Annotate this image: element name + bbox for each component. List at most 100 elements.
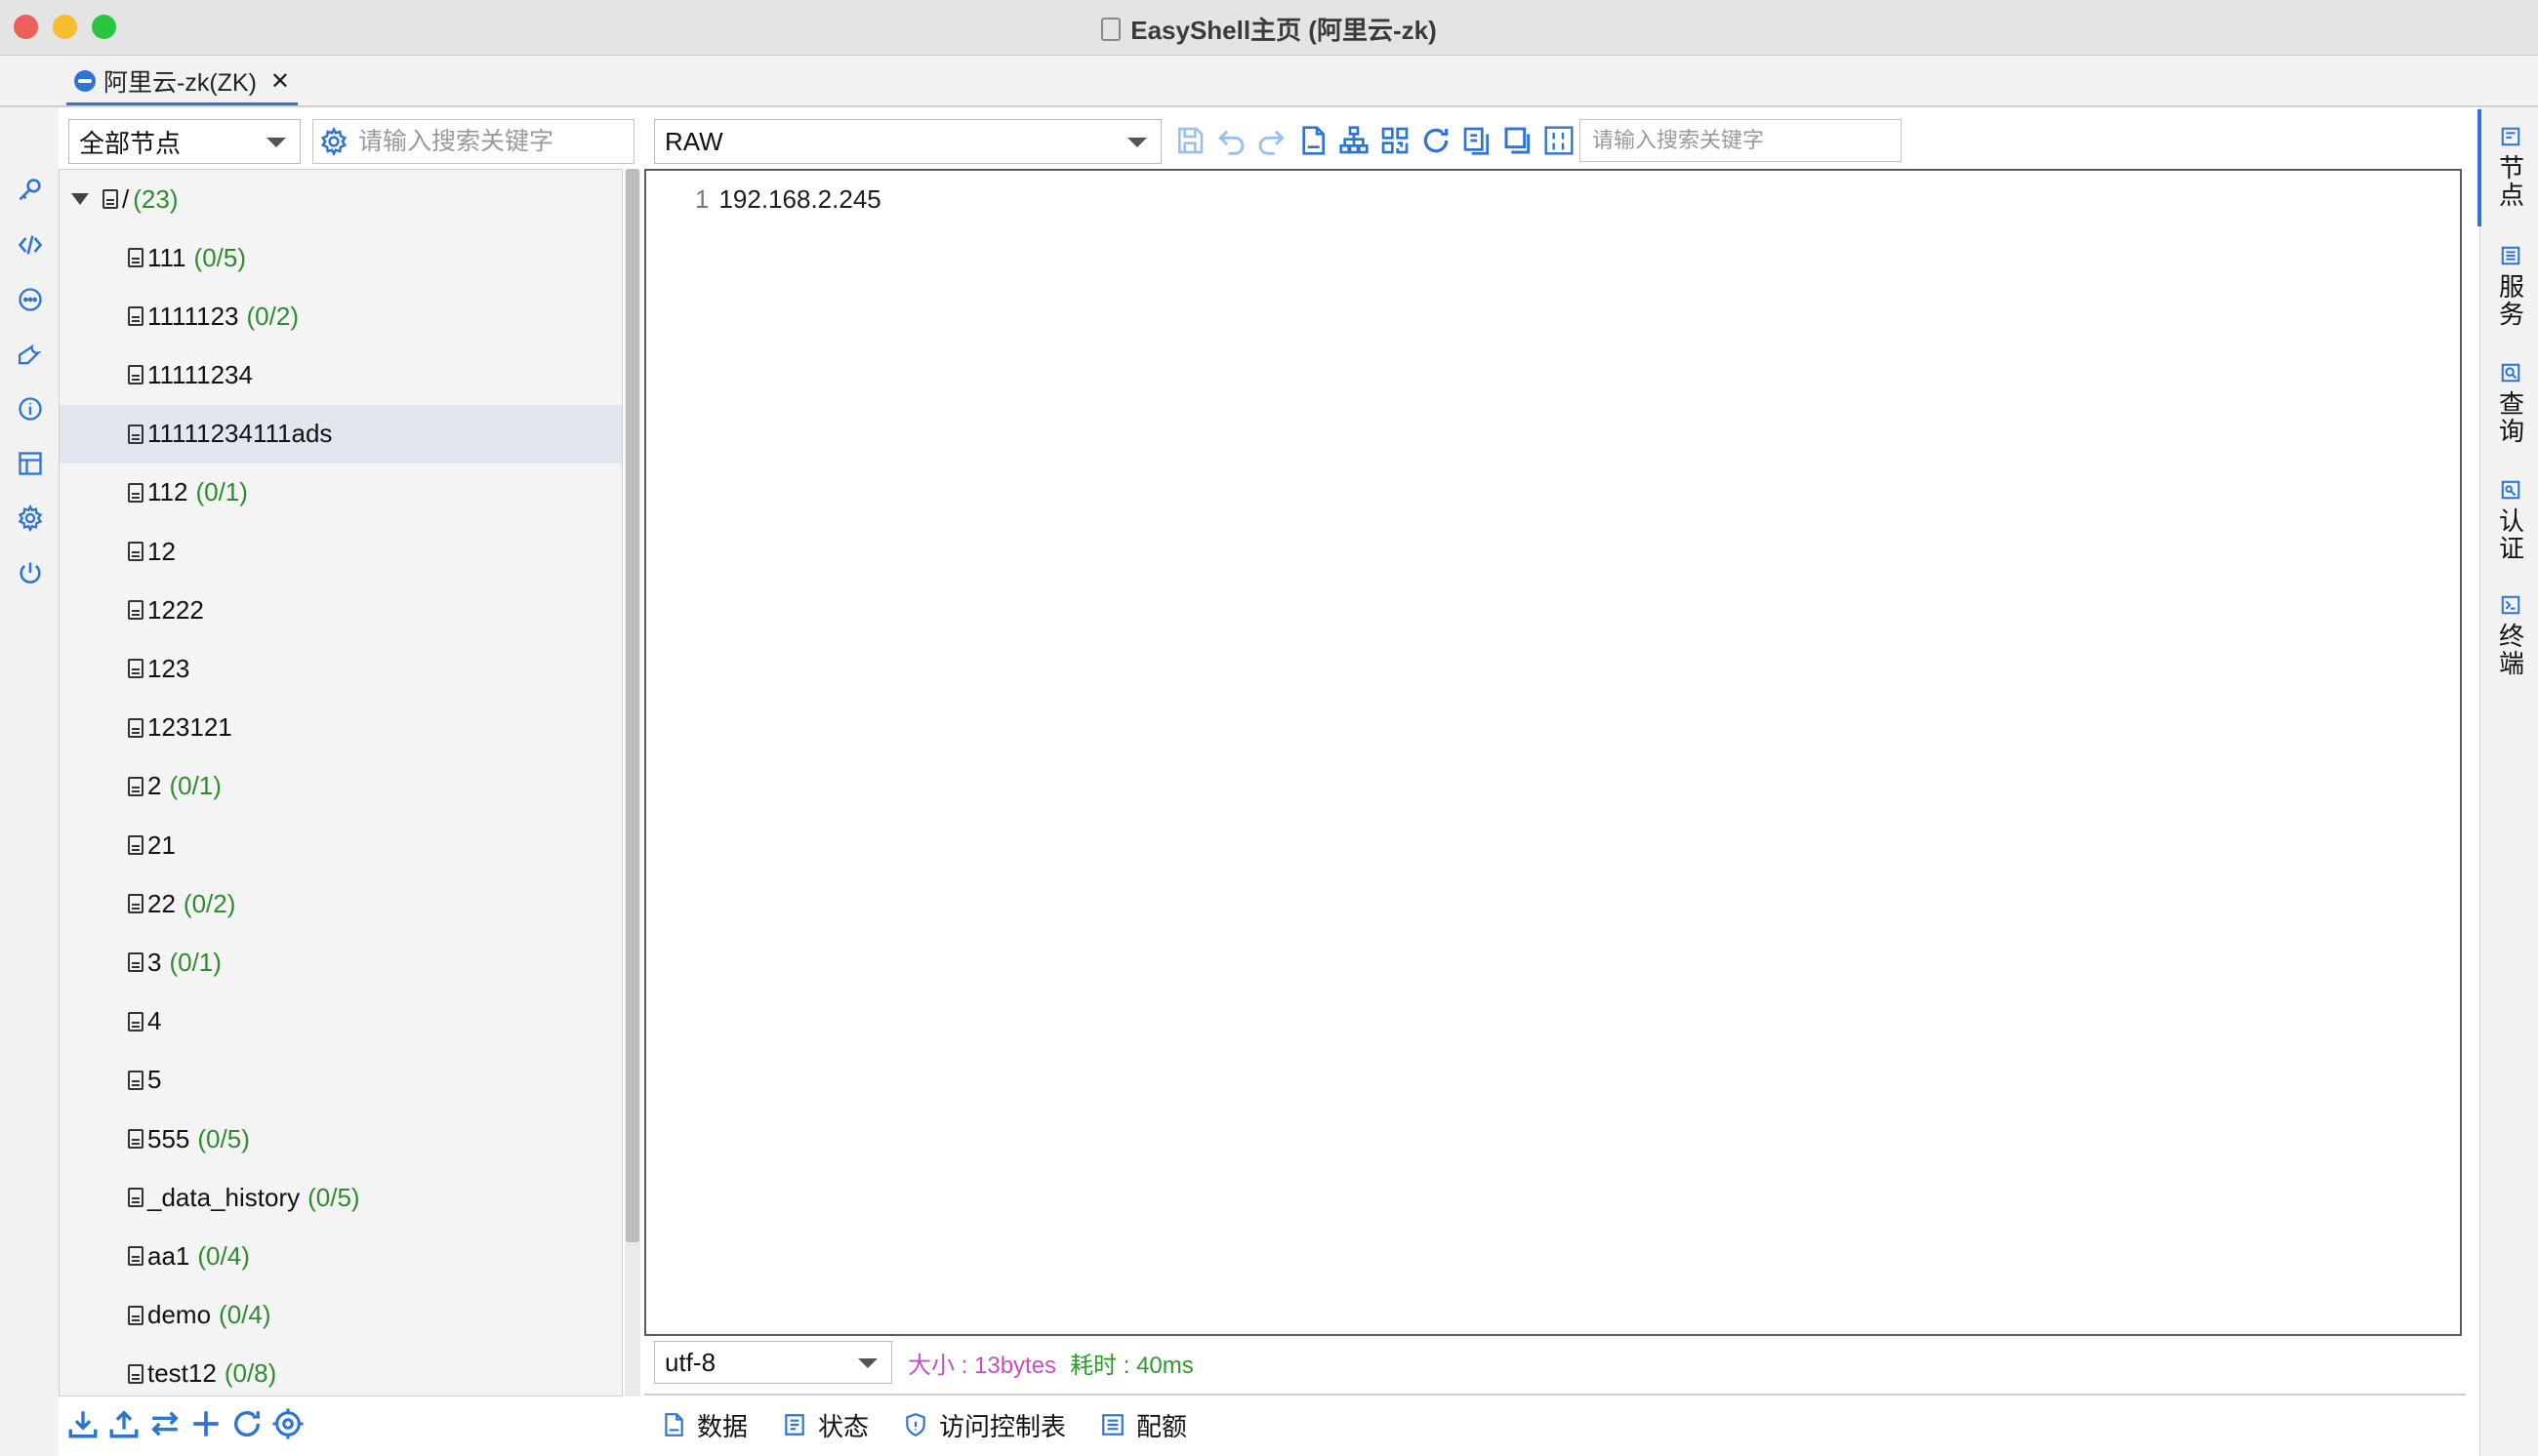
tree-search-field[interactable] [312,119,634,164]
layout-icon[interactable] [14,447,47,480]
file-icon [128,1070,143,1090]
tree-node[interactable]: demo (0/4) [60,1286,622,1345]
tree-node[interactable]: 123 [60,639,622,698]
node-filter-value: 全部节点 [79,128,182,158]
quota-icon [1099,1411,1126,1438]
import-icon[interactable] [64,1405,102,1442]
file-icon [128,1129,143,1149]
node-tree: / (23) 111 (0/5) 1111123 (0/2) 11111234 11111… [59,169,623,1396]
tree-node[interactable]: 22 (0/2) [60,874,622,933]
tree-scrollbar-thumb[interactable] [626,169,639,1242]
tab-quota-label: 配额 [1136,1411,1188,1441]
tab-status[interactable]: 状态 [781,1407,869,1442]
reload-icon[interactable] [1417,121,1454,160]
tab-close-icon[interactable]: ✕ [270,67,290,96]
export-icon[interactable] [105,1405,143,1442]
transfer-icon[interactable] [146,1405,184,1442]
tree-node[interactable]: 3 (0/1) [60,933,622,991]
copy-icon[interactable] [1458,121,1495,160]
file-icon [128,482,143,503]
chevron-down-icon [858,1358,878,1368]
editor-status-row: utf-8 大小 : 13bytes 耗时 : 40ms [644,1341,1194,1384]
tree-node-label: 11111234 [147,359,253,389]
right-tab-auth-label: 认证 [2495,507,2525,562]
qrcode-icon[interactable] [1376,121,1413,160]
chat-icon[interactable] [14,283,47,316]
tree-root-node[interactable]: / (23) [60,170,622,228]
tab-data[interactable]: 数据 [660,1407,748,1442]
tree-node[interactable]: 1111123 (0/2) [60,287,622,345]
tree-node-label: 11111234111ads [147,419,333,449]
power-icon[interactable] [14,556,47,589]
chevron-down-icon [1127,138,1147,147]
undo-icon[interactable] [1212,121,1249,160]
node-icon [2499,125,2522,148]
info-icon[interactable] [14,392,47,425]
tree-node[interactable]: 21 [60,816,622,874]
expand-triangle-icon[interactable] [71,193,89,205]
tree-node[interactable]: 1222 [60,581,622,639]
tree-node-count: (0/4) [197,1240,250,1271]
tree-node-count: (23) [133,183,179,214]
content-search-input[interactable] [1590,127,1843,154]
tree-node[interactable]: 123121 [60,699,622,757]
tree-node-label: 1111123 [147,301,239,331]
tree-node-count: (0/1) [195,477,248,507]
window-title: EasyShell主页 (阿里云-zk) [0,11,2538,47]
tree-node[interactable]: 2 (0/1) [60,757,622,816]
file-icon[interactable] [1294,121,1331,160]
tree-node[interactable]: _data_history (0/5) [60,1168,622,1227]
refresh-icon[interactable] [228,1405,266,1442]
service-icon [2499,244,2522,267]
locate-icon[interactable] [269,1405,307,1442]
tree-node-count: (0/4) [219,1300,271,1330]
tree-node[interactable]: 11111234111ads [60,404,622,464]
tree-node-count: (0/2) [246,301,299,331]
tree-node[interactable]: 112 (0/1) [60,464,622,522]
file-icon [128,365,143,385]
right-tab-query[interactable]: 查询 [2483,361,2538,445]
right-tab-terminal-label: 终端 [2495,623,2525,677]
format-select[interactable]: RAW [654,119,1162,164]
redo-icon[interactable] [1253,121,1290,160]
tree-node[interactable]: 111 (0/5) [60,228,622,287]
binary-icon[interactable] [1540,121,1577,160]
tree-node[interactable]: 12 [60,522,622,581]
search-settings-icon[interactable] [319,127,348,156]
content-editor[interactable]: 1 192.168.2.245 [644,169,2462,1336]
code-icon[interactable] [14,228,47,262]
wrench-icon[interactable] [14,338,47,371]
tree-node-count: (0/5) [197,1123,250,1153]
size-label: 大小 : 13bytes [908,1352,1057,1379]
tree-search-input[interactable] [356,126,612,157]
encoding-select[interactable]: utf-8 [654,1341,892,1384]
add-icon[interactable] [187,1405,225,1442]
tree-node[interactable]: 4 [60,992,622,1051]
tree-node[interactable]: 5 [60,1051,622,1110]
tree-node-label: 123 [147,653,190,683]
file-icon [128,1246,143,1267]
status-icon [781,1411,808,1438]
tab-quota[interactable]: 配额 [1099,1407,1187,1442]
right-tab-node[interactable]: 节点 [2483,125,2538,209]
tree-node[interactable]: test12 (0/8) [60,1345,622,1395]
right-tab-auth[interactable]: 认证 [2483,478,2538,562]
right-tab-terminal[interactable]: 终端 [2483,593,2538,677]
save-icon[interactable] [1171,121,1208,160]
tree-node[interactable]: 555 (0/5) [60,1110,622,1168]
tree-node[interactable]: aa1 (0/4) [60,1227,622,1285]
node-filter-select[interactable]: 全部节点 [68,119,301,164]
content-search-field[interactable] [1579,119,1902,162]
right-tab-service[interactable]: 服务 [2483,244,2538,328]
window-icon[interactable] [1499,121,1536,160]
tree-structure-icon[interactable] [1335,121,1372,160]
tab-label: 阿里云-zk(ZK) [103,69,257,97]
tree-node-count: (0/5) [307,1182,360,1212]
tab-connection[interactable]: 阿里云-zk(ZK) ✕ [59,56,306,106]
tree-node-label: 555 [147,1123,190,1153]
tab-acl[interactable]: 访问控制表 [902,1407,1066,1442]
key-icon[interactable] [14,174,47,207]
tree-node-label: / [122,183,130,214]
gear-icon[interactable] [14,502,47,535]
tree-node[interactable]: 11111234 [60,345,622,404]
